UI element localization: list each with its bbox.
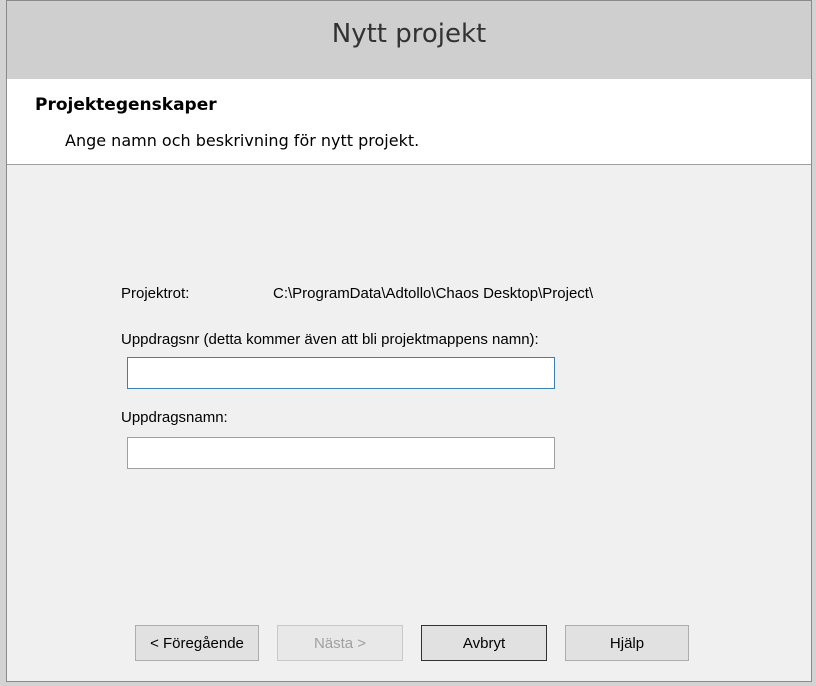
cancel-button[interactable]: Avbryt <box>421 625 547 661</box>
title-bar[interactable]: Nytt projekt <box>7 1 811 79</box>
wizard-header: Projektegenskaper Ange namn och beskrivn… <box>7 79 811 165</box>
help-button[interactable]: Hjälp <box>565 625 689 661</box>
wizard-content: Projektrot: C:\ProgramData\Adtollo\Chaos… <box>7 165 811 681</box>
project-root-value: C:\ProgramData\Adtollo\Chaos Desktop\Pro… <box>273 285 594 302</box>
project-root-label: Projektrot: <box>121 285 190 302</box>
assignment-number-input[interactable] <box>127 357 555 389</box>
assignment-name-label: Uppdragsnamn: <box>121 409 228 426</box>
previous-button[interactable]: < Föregående <box>135 625 259 661</box>
header-title: Projektegenskaper <box>35 95 217 115</box>
window-title: Nytt projekt <box>331 19 487 49</box>
next-button[interactable]: Nästa > <box>277 625 403 661</box>
dialog-window: Nytt projekt Projektegenskaper Ange namn… <box>0 0 816 686</box>
dialog-frame: Nytt projekt Projektegenskaper Ange namn… <box>6 0 812 682</box>
assignment-number-label: Uppdragsnr (detta kommer även att bli pr… <box>121 331 539 348</box>
header-subtitle: Ange namn och beskrivning för nytt proje… <box>65 131 420 150</box>
assignment-name-input[interactable] <box>127 437 555 469</box>
